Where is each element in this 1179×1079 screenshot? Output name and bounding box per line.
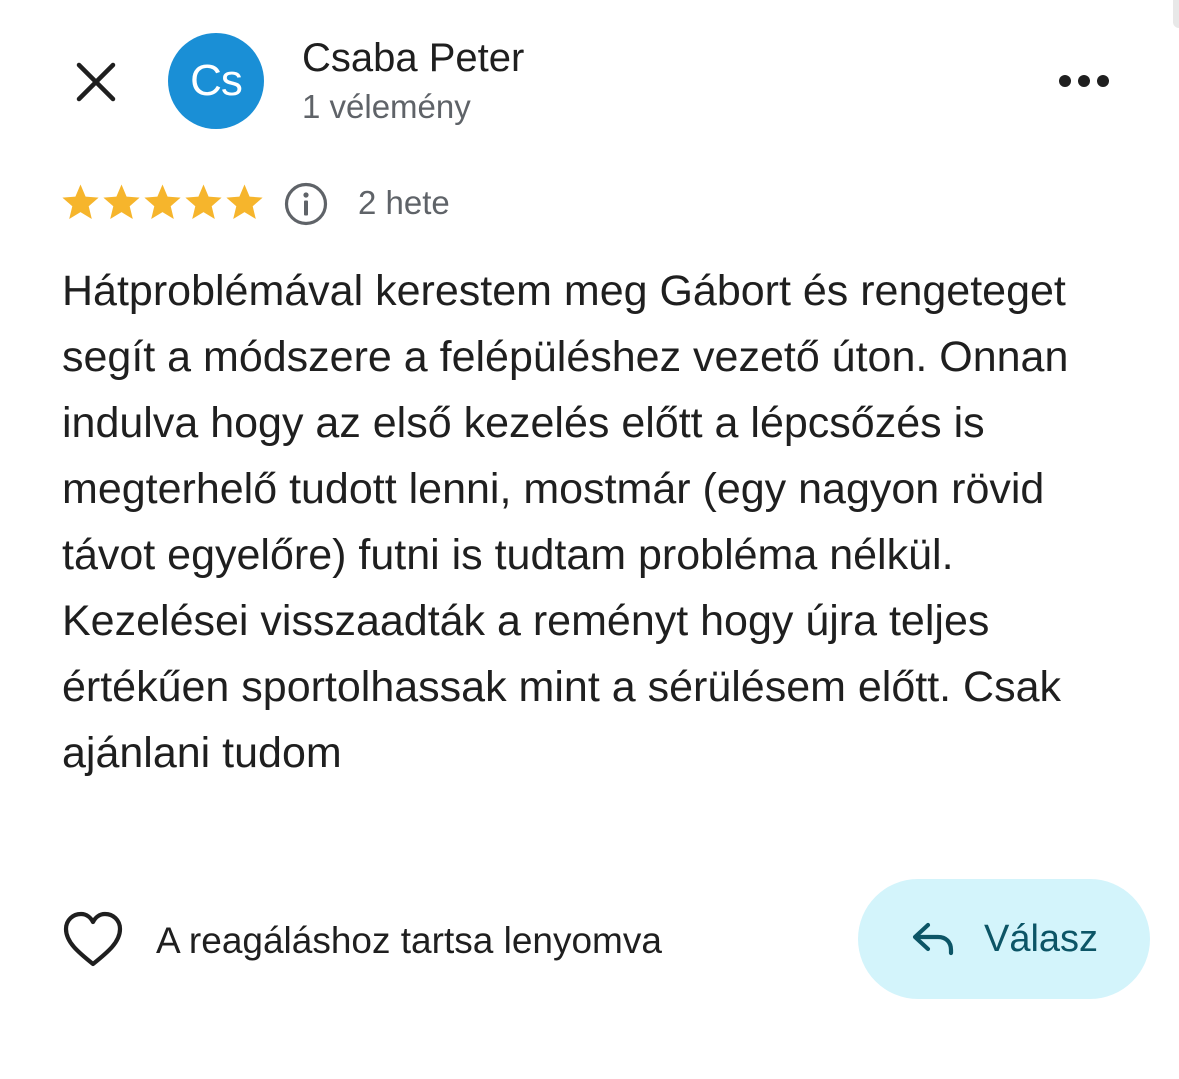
star-icon bbox=[185, 184, 222, 219]
react-label: A reagáláshoz tartsa lenyomva bbox=[156, 920, 662, 961]
reviewer-name[interactable]: Csaba Peter bbox=[302, 36, 524, 81]
reply-button[interactable]: Válasz bbox=[858, 879, 1150, 999]
react-button[interactable]: A reagáláshoz tartsa lenyomva bbox=[60, 906, 662, 976]
reply-arrow-icon bbox=[912, 922, 954, 956]
avatar-initials: Cs bbox=[190, 56, 243, 105]
star-icon bbox=[226, 184, 263, 219]
review-detail-sheet: Cs Csaba Peter 1 vélemény 2 hete Hátprob… bbox=[0, 0, 1179, 1079]
close-icon bbox=[76, 62, 116, 102]
review-date: 2 hete bbox=[358, 184, 450, 221]
reply-label: Válasz bbox=[983, 917, 1099, 960]
avatar[interactable]: Cs bbox=[168, 33, 264, 129]
star-icon bbox=[103, 184, 140, 219]
review-count: 1 vélemény bbox=[302, 88, 471, 125]
star-rating bbox=[60, 182, 265, 223]
info-icon[interactable] bbox=[283, 181, 329, 227]
star-icon bbox=[144, 184, 181, 219]
close-button[interactable] bbox=[64, 50, 128, 114]
star-icon bbox=[62, 184, 99, 219]
scroll-edge bbox=[1173, 0, 1179, 28]
heart-outline-icon bbox=[63, 911, 123, 967]
more-horizontal-icon bbox=[1059, 75, 1109, 87]
more-options-button[interactable] bbox=[1048, 58, 1120, 104]
review-text: Hátproblémával kerestem meg Gábort és re… bbox=[62, 267, 1069, 777]
